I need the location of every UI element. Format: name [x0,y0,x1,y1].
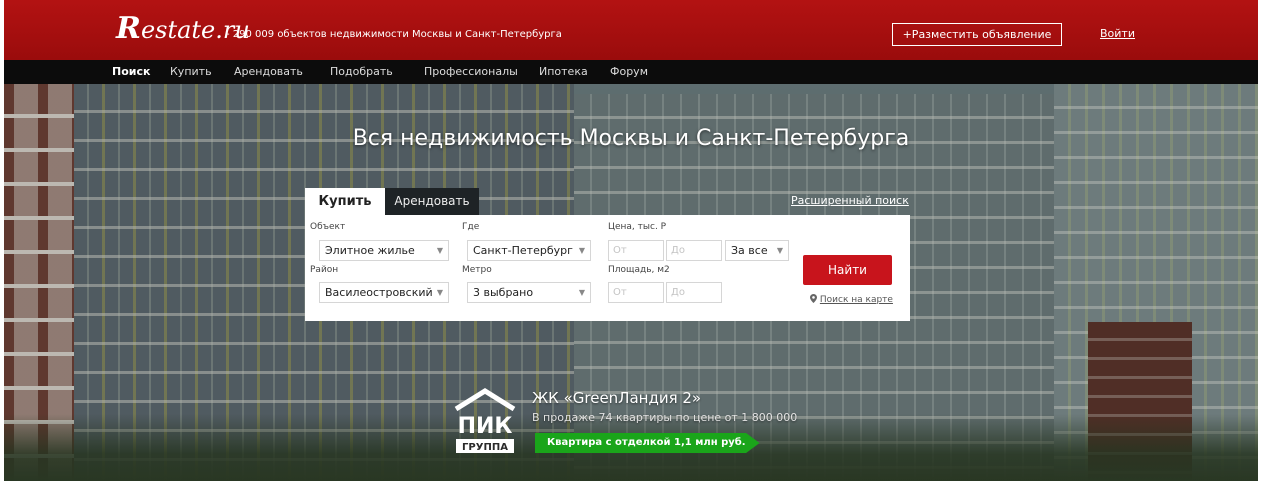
login-link[interactable]: Войти [1100,27,1135,40]
chevron-down-icon: ▼ [436,288,443,297]
where-label: Где [462,222,480,232]
metro-select[interactable]: 3 выбрано ▼ [467,282,591,303]
chevron-down-icon: ▼ [578,246,585,255]
chevron-down-icon: ▼ [578,288,585,297]
price-label: Цена, тыс. Р [608,222,667,232]
nav-item-select[interactable]: Подобрать [330,65,393,78]
nav-item-buy[interactable]: Купить [170,65,212,78]
area-label: Площадь, м2 [608,265,670,275]
promo-title[interactable]: ЖК «GreenЛандия 2» [532,389,701,407]
promo-badge[interactable]: Квартира с отделкой 1,1 млн руб. [535,433,760,453]
nav-item-forum[interactable]: Форум [610,65,648,78]
pik-group-logo[interactable]: ПИК ГРУППА [450,387,520,457]
where-select[interactable]: Санкт-Петербург ▼ [467,240,591,261]
advanced-search-link[interactable]: Расширенный поиск [791,194,909,207]
price-from-input[interactable] [608,240,664,261]
object-select[interactable]: Элитное жилье ▼ [319,240,449,261]
district-select[interactable]: Василеостровский ▼ [319,282,449,303]
area-to-input[interactable] [666,282,722,303]
pik-logo-text: ПИК [458,414,513,439]
pik-logo-subtext: ГРУППА [462,442,508,453]
promo-subtitle: В продаже 74 квартиры по цене от 1 800 0… [532,411,798,424]
tab-rent[interactable]: Арендовать [385,188,479,215]
price-to-input[interactable] [666,240,722,261]
nav-item-rent[interactable]: Арендовать [234,65,303,78]
price-unit-select[interactable]: За все ▼ [725,240,789,261]
nav-item-mortgage[interactable]: Ипотека [539,65,588,78]
metro-label: Метро [462,265,492,275]
object-label: Объект [310,222,346,232]
map-search-link[interactable]: Поиск на карте [810,294,893,305]
header-tagline: - 290 009 объектов недвижимости Москвы и… [226,29,562,40]
hero-title: Вся недвижимость Москвы и Санкт-Петербур… [352,126,910,151]
nav-item-search[interactable]: Поиск [112,65,150,78]
find-button[interactable]: Найти [803,255,892,285]
hero-banner: Вся недвижимость Москвы и Санкт-Петербур… [4,84,1258,481]
tab-buy[interactable]: Купить [305,188,385,215]
search-panel: Объект Элитное жилье ▼ Где Санкт-Петербу… [305,215,910,321]
main-nav: Поиск Купить Арендовать Подобрать Профес… [4,60,1258,84]
nav-item-professionals[interactable]: Профессионалы [424,65,518,78]
chevron-down-icon: ▼ [776,246,783,255]
top-header: Restate.ru - 290 009 объектов недвижимос… [4,0,1258,60]
chevron-down-icon: ▼ [436,246,443,255]
post-ad-button[interactable]: +Разместить объявление [892,23,1062,46]
map-marker-icon [810,294,817,303]
area-from-input[interactable] [608,282,664,303]
district-label: Район [310,265,339,275]
